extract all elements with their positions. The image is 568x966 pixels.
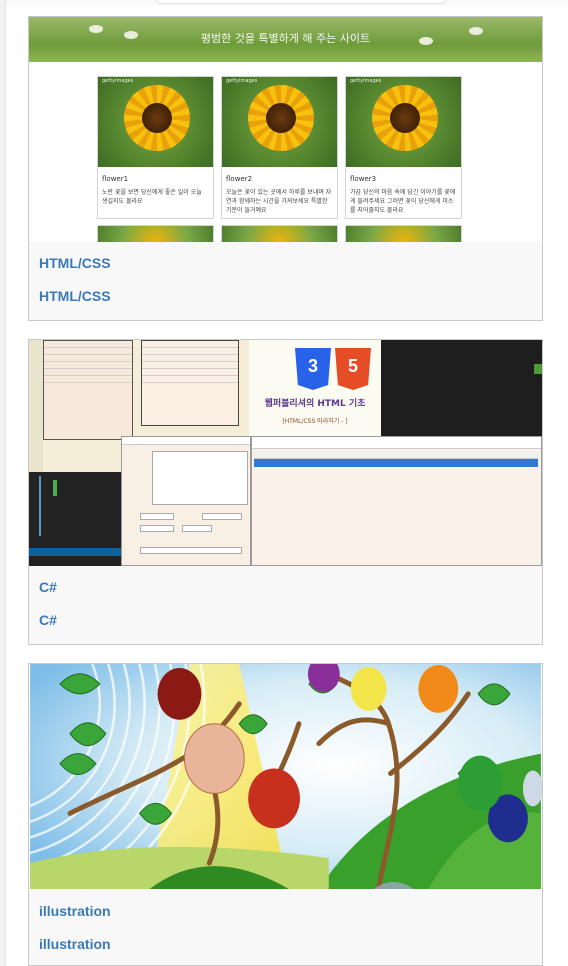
book-subtitle: [HTML/CSS 따라하기 - ]	[282, 418, 348, 425]
preview-site-body: gettyimages flower1 노란 꽃을 보면 당신에게 좋은 일이 …	[29, 62, 542, 242]
table-window	[43, 340, 133, 440]
winform-window	[121, 436, 251, 566]
category-link[interactable]: illustration	[39, 933, 542, 966]
flower-desc: 오늘은 꽃이 있는 곳에서 하루를 보내며 자연과 함께하는 시간을 가져보세요…	[226, 189, 332, 214]
flower-title: flower2	[226, 175, 253, 183]
top-strip	[6, 0, 568, 6]
card-thumbnail[interactable]: 3 5 웹퍼블리셔의 HTML 기초 [HTML/CSS 따라하기 - ]	[29, 340, 542, 566]
card-thumbnail[interactable]: 평범한 것을 특별하게 해 주는 사이트 gettyimages flower1…	[29, 17, 542, 242]
preview-flower-card-partial	[345, 225, 462, 242]
card-link-list: C# C#	[29, 566, 542, 642]
preview-flower-card: gettyimages flower1 노란 꽃을 보면 당신에게 좋은 일이 …	[97, 76, 214, 219]
preview-flower-card: gettyimages flower2 오늘은 꽃이 있는 곳에서 하루를 보내…	[221, 76, 338, 219]
flower-title: flower3	[350, 175, 377, 183]
css3-logo-icon: 3	[295, 348, 331, 390]
code-editor-panel	[29, 472, 121, 566]
html5-logo-icon: 5	[335, 348, 371, 390]
portfolio-card-illustration[interactable]: illustration illustration	[28, 663, 543, 966]
category-link[interactable]: C#	[39, 576, 542, 609]
card-link-list: illustration illustration	[29, 890, 542, 966]
preview-flower-card-partial	[221, 225, 338, 242]
category-link[interactable]: C#	[39, 609, 542, 642]
category-link[interactable]: illustration	[39, 900, 542, 933]
preview-site-header: 평범한 것을 특별하게 해 주는 사이트	[29, 17, 542, 62]
flower-title: flower1	[102, 175, 129, 183]
datagrid-window	[251, 436, 542, 566]
sunflower-photo: gettyimages	[98, 77, 213, 167]
category-link[interactable]: HTML/CSS	[39, 252, 542, 285]
csharp-collage: 3 5 웹퍼블리셔의 HTML 기초 [HTML/CSS 따라하기 - ]	[29, 340, 542, 566]
sunflower-photo: gettyimages	[346, 77, 461, 167]
category-link[interactable]: HTML/CSS	[39, 285, 542, 318]
code-editor-panel	[381, 340, 542, 436]
card-thumbnail[interactable]	[29, 664, 542, 890]
book-cover: 3 5 웹퍼블리셔의 HTML 기초 [HTML/CSS 따라하기 - ]	[249, 340, 381, 436]
preview-site-title: 평범한 것을 특별하게 해 주는 사이트	[200, 32, 371, 45]
sunflower-photo: gettyimages	[222, 77, 337, 167]
preview-flower-card: gettyimages flower3 가끔 당신의 마음 속에 담긴 이야기를…	[345, 76, 462, 219]
flower-desc: 가끔 당신의 마음 속에 담긴 이야기를 꽃에게 들려주세요 그러면 꽃이 당신…	[350, 189, 456, 214]
pear-tree-illustration	[29, 664, 542, 890]
window-left-rail	[0, 0, 6, 966]
book-title: 웹퍼블리셔의 HTML 기초	[264, 399, 366, 409]
preview-flower-card-partial	[97, 225, 214, 242]
card-link-list: HTML/CSS HTML/CSS	[29, 242, 542, 318]
portfolio-card-html-css[interactable]: 평범한 것을 특별하게 해 주는 사이트 gettyimages flower1…	[28, 16, 543, 321]
flower-desc: 노란 꽃을 보면 당신에게 좋은 일이 오늘 생길지도 몰라요	[102, 189, 202, 205]
portfolio-card-csharp[interactable]: 3 5 웹퍼블리셔의 HTML 기초 [HTML/CSS 따라하기 - ] C#…	[28, 339, 543, 645]
table-window	[141, 340, 239, 426]
search-bar-edge[interactable]	[156, 0, 446, 4]
